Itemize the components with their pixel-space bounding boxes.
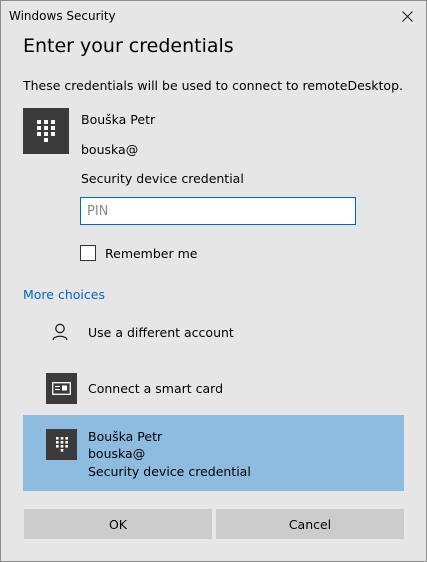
choice-account-name: Bouška Petr xyxy=(88,429,163,444)
account-name: Bouška Petr xyxy=(81,112,156,127)
account-username: bouska@ xyxy=(81,142,139,157)
credentials-dialog: Windows Security Enter your credentials … xyxy=(0,0,427,562)
ok-button[interactable]: OK xyxy=(24,509,212,539)
person-icon xyxy=(52,323,68,341)
choice-credential-type: Security device credential xyxy=(88,464,251,479)
choice-security-device-selected[interactable]: Bouška Petr bouska@ Security device cred… xyxy=(23,415,404,491)
smart-card-icon xyxy=(52,382,71,395)
close-button[interactable] xyxy=(396,5,418,27)
cancel-button[interactable]: Cancel xyxy=(216,509,404,539)
pin-input[interactable] xyxy=(80,197,356,225)
account-credential-type: Security device credential xyxy=(81,171,244,186)
choice-label: Connect a smart card xyxy=(88,381,224,396)
keypad-icon xyxy=(37,120,55,142)
title-bar: Windows Security xyxy=(1,1,426,31)
account-tile xyxy=(23,108,69,154)
choice-smart-card[interactable]: Connect a smart card xyxy=(23,368,404,408)
close-icon xyxy=(401,10,413,22)
dialog-description: These credentials will be used to connec… xyxy=(23,78,403,93)
window-title: Windows Security xyxy=(9,9,116,23)
account-tile xyxy=(46,429,77,460)
checkbox-box[interactable] xyxy=(80,245,96,261)
remember-me-checkbox[interactable]: Remember me xyxy=(80,243,197,263)
dialog-heading: Enter your credentials xyxy=(23,35,234,57)
smart-card-tile xyxy=(46,373,77,404)
choice-label: Use a different account xyxy=(88,325,234,340)
more-choices-link[interactable]: More choices xyxy=(23,287,105,302)
choice-account-username: bouska@ xyxy=(88,446,146,461)
remember-me-label: Remember me xyxy=(105,245,198,261)
keypad-icon xyxy=(55,437,68,452)
choice-different-account[interactable]: Use a different account xyxy=(23,313,404,353)
